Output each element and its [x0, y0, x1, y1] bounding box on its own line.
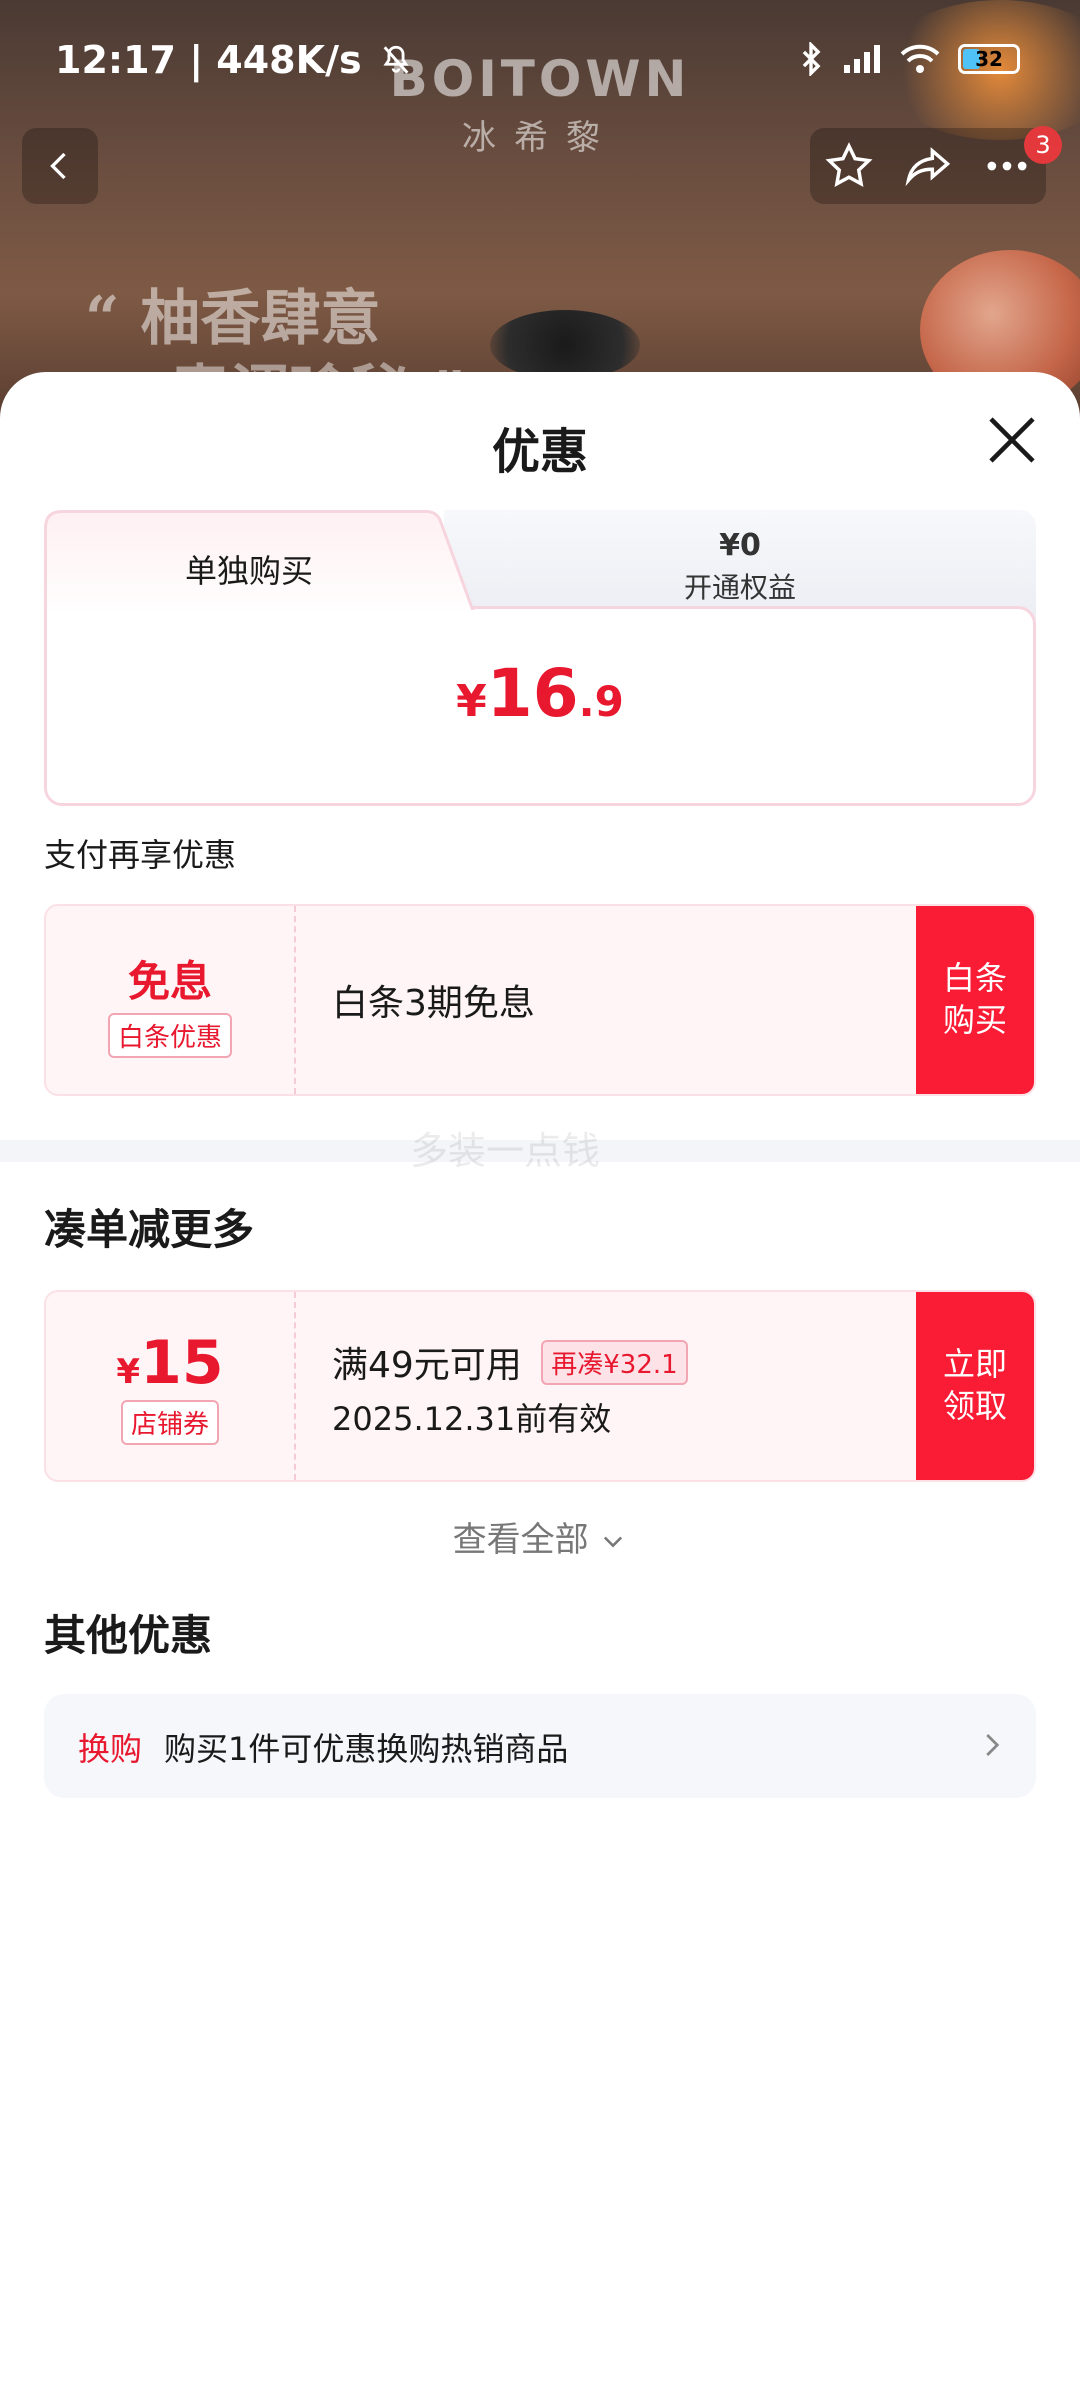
baitiao-left: 免息 白条优惠	[46, 906, 296, 1094]
coupon-currency: ¥	[116, 1352, 141, 1392]
signal-icon	[844, 45, 880, 73]
coupon-value: ¥15	[46, 1328, 294, 1398]
notification-badge: 3	[1024, 126, 1062, 164]
status-bar: 12:17 | 448K/s 32	[0, 38, 1080, 88]
top-actions	[810, 128, 1046, 204]
battery-icon: 32	[958, 44, 1020, 74]
favorite-star-icon[interactable]	[823, 140, 875, 192]
baitiao-buy-button[interactable]: 白条 购买	[916, 906, 1034, 1094]
time-and-speed: 12:17 | 448K/s	[55, 38, 362, 82]
price-currency: ¥	[456, 676, 487, 727]
member-price: ¥0	[719, 528, 761, 563]
sheet-title: 优惠	[491, 424, 588, 480]
discount-sheet: 优惠 ¥0 开通权益 单独购买 ¥16.9 支付再享优惠 免息 白条优惠 白条3…	[0, 372, 1080, 2400]
exchange-offer-row[interactable]: 换购 购买1件可优惠换购热销商品	[44, 1694, 1036, 1798]
view-all-label: 查看全部	[452, 1520, 589, 1560]
solo-purchase-label: 单独购买	[184, 552, 313, 590]
back-button[interactable]	[22, 128, 98, 204]
slogan-line-1: “ 柚香肆意	[85, 284, 381, 354]
coupon-amount: 15	[140, 1328, 224, 1398]
price-decimal: .9	[578, 677, 624, 726]
watermark-text: 多装一点钱	[409, 1129, 600, 1173]
price-integer: 16	[486, 655, 579, 732]
chevron-left-icon	[50, 152, 66, 180]
coupon-left: ¥15 店铺券	[46, 1292, 296, 1480]
share-icon[interactable]	[902, 140, 954, 192]
chevron-right-icon	[986, 1734, 1000, 1756]
price-card: ¥0 开通权益 单独购买 ¥16.9	[44, 510, 1036, 806]
baitiao-desc: 白条3期免息	[332, 983, 535, 1024]
chevron-down-icon	[604, 1536, 623, 1548]
baitiao-headline: 免息	[127, 957, 212, 1006]
status-icons: 32	[798, 42, 1020, 76]
coupon-validity: 2025.12.31前有效	[332, 1400, 612, 1438]
wifi-icon	[900, 44, 940, 73]
view-all-link[interactable]: 查看全部	[0, 1512, 1080, 1561]
claim-coupon-button[interactable]: 立即 领取	[916, 1292, 1034, 1480]
baitiao-offer: 免息 白条优惠 白条3期免息 白条 购买	[44, 904, 1036, 1096]
tab-solo-purchase[interactable]: 单独购买	[44, 510, 484, 620]
pay-more-title: 支付再享优惠	[44, 836, 237, 874]
mute-bell-icon	[383, 45, 409, 74]
store-coupon: ¥15 店铺券 满49元可用 再凑¥32.1 2025.12.31前有效 立即 …	[44, 1290, 1036, 1482]
exchange-tag: 换购	[78, 1730, 143, 1768]
coupon-condition: 满49元可用	[332, 1345, 522, 1386]
coupon-extra-tag: 再凑¥32.1	[541, 1340, 688, 1385]
exchange-text: 购买1件可优惠换购热销商品	[164, 1730, 569, 1768]
status-time: 12:17 | 448K/s	[55, 38, 413, 82]
coupon-type-tag: 店铺券	[120, 1400, 219, 1445]
other-section-title: 其他优惠	[44, 1611, 213, 1660]
battery-level: 32	[975, 47, 1003, 71]
bluetooth-icon	[802, 42, 821, 76]
baitiao-buy-label: 白条 购买	[942, 959, 1007, 1039]
coupon-info: 满49元可用 再凑¥32.1 2025.12.31前有效	[332, 1336, 688, 1440]
bottle-cap-image	[490, 310, 640, 380]
member-label: 开通权益	[683, 571, 796, 604]
baitiao-tag: 白条优惠	[107, 1013, 232, 1058]
claim-coupon-label: 立即 领取	[942, 1345, 1007, 1425]
bundle-section-title: 凑单减更多	[44, 1205, 255, 1254]
price-display: ¥16.9	[44, 655, 1036, 732]
tab-membership[interactable]: ¥0 开通权益	[444, 510, 1036, 620]
close-icon[interactable]	[984, 412, 1040, 468]
